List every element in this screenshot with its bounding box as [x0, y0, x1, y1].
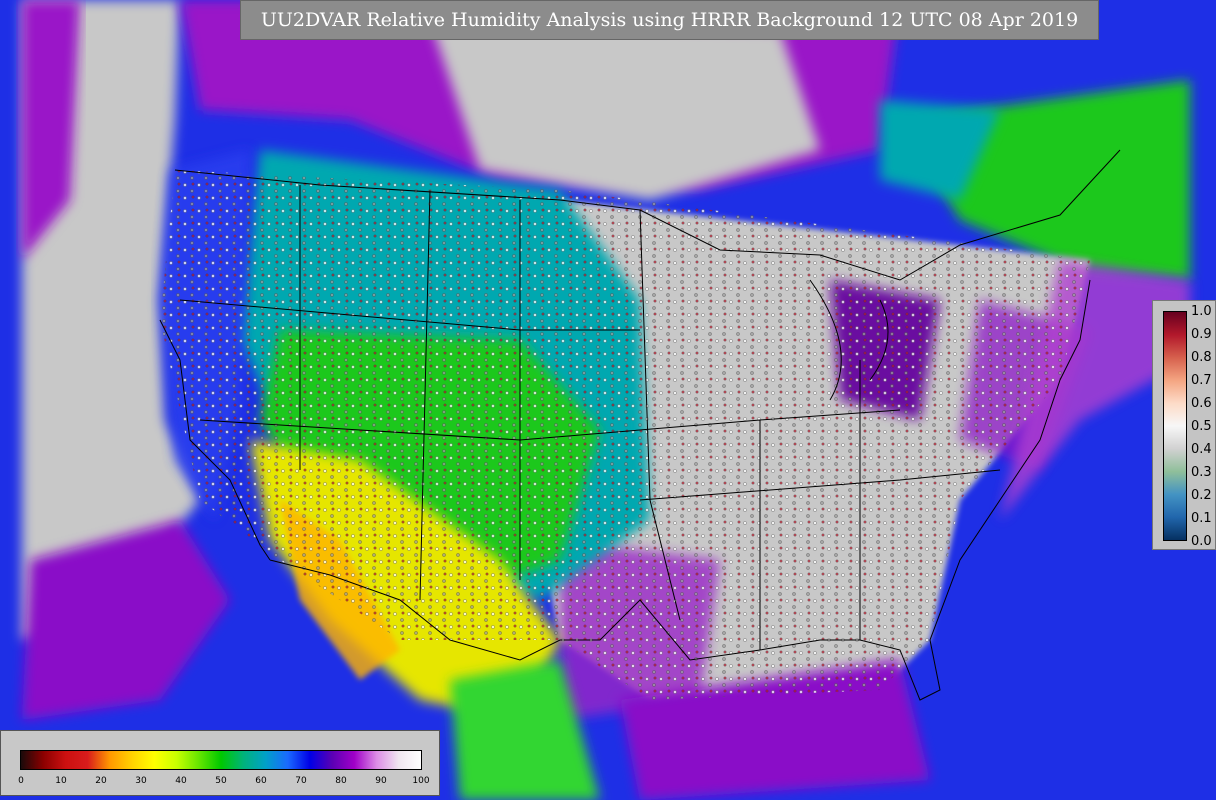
- humidity-colorbar-legend: 0 10 20 30 40 50 60 70 80 90 100: [0, 730, 440, 796]
- station-tick-label: 0.0: [1191, 534, 1212, 549]
- station-tick-label: 0.3: [1191, 465, 1212, 480]
- station-tick-label: 0.4: [1191, 442, 1212, 457]
- station-tick-label: 0.1: [1191, 511, 1212, 526]
- humidity-map: [0, 0, 1216, 800]
- humidity-tick-label: 40: [175, 776, 187, 786]
- humidity-tick-label: 30: [135, 776, 147, 786]
- humidity-tick-label: 10: [55, 776, 67, 786]
- map-title: UU2DVAR Relative Humidity Analysis using…: [240, 0, 1099, 40]
- station-tick-label: 0.2: [1191, 488, 1212, 503]
- map-field: [0, 0, 1216, 800]
- humidity-tick-label: 100: [412, 776, 430, 786]
- humidity-tick-label: 50: [215, 776, 227, 786]
- station-tick-label: 0.6: [1191, 396, 1212, 411]
- humidity-colorbar: [20, 750, 422, 770]
- humidity-tick-label: 80: [335, 776, 347, 786]
- station-tick-label: 0.8: [1191, 350, 1212, 365]
- humidity-tick-label: 70: [295, 776, 307, 786]
- station-colorbar-legend: 1.0 0.9 0.8 0.7 0.6 0.5 0.4 0.3 0.2 0.1 0.0: [1152, 300, 1216, 550]
- humidity-tick-label: 0: [18, 776, 24, 786]
- humidity-tick-label: 60: [255, 776, 267, 786]
- station-tick-label: 1.0: [1191, 304, 1212, 319]
- station-tick-label: 0.5: [1191, 419, 1212, 434]
- station-tick-label: 0.7: [1191, 373, 1212, 388]
- station-tick-label: 0.9: [1191, 327, 1212, 342]
- humidity-tick-label: 20: [95, 776, 107, 786]
- station-colorbar: [1163, 311, 1187, 541]
- humidity-tick-label: 90: [375, 776, 387, 786]
